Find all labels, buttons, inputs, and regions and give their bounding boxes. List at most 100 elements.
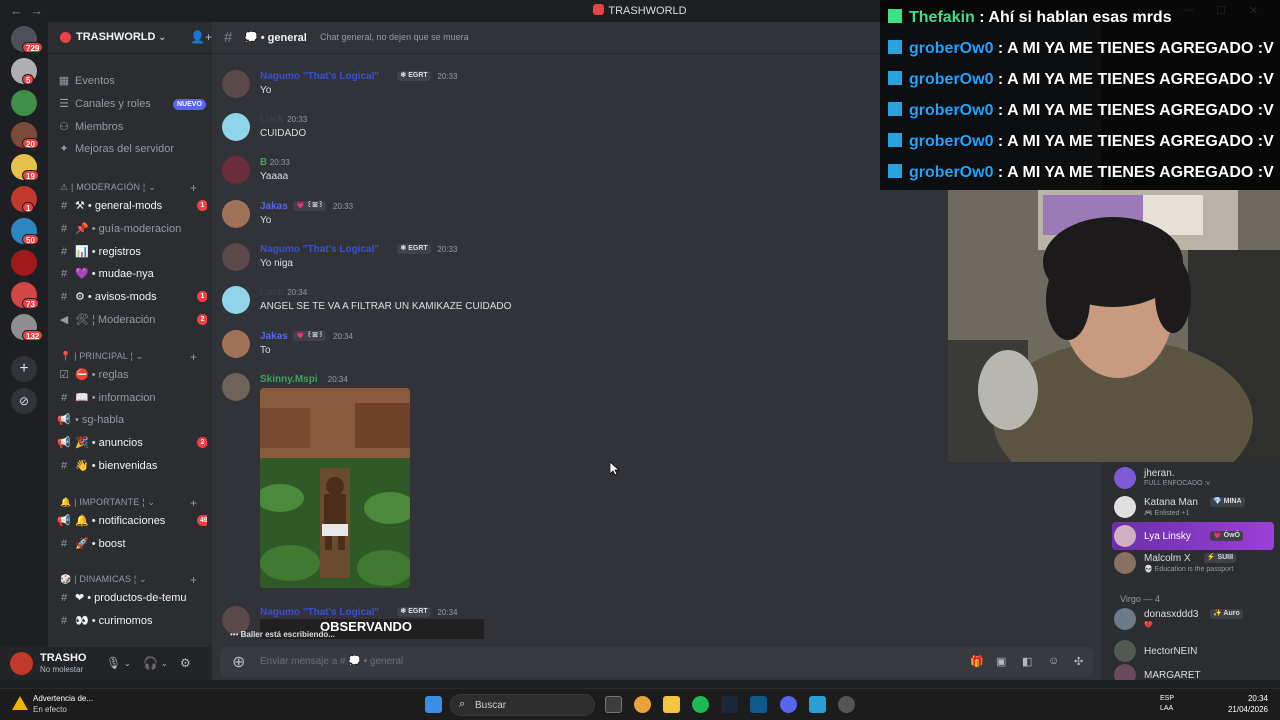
avatar[interactable] (222, 113, 250, 141)
task-view-icon[interactable] (605, 696, 622, 713)
channel-item[interactable]: # 👀 • curimomos (57, 611, 207, 631)
avatar[interactable] (222, 156, 250, 184)
add-attachment-icon[interactable]: ⊕ (232, 652, 245, 672)
member-name[interactable]: Lya Linsky (1144, 531, 1191, 542)
microphone-icon[interactable]: 🎙 (106, 656, 121, 670)
channel-category[interactable]: 🎲 | DINAMICAS ¦ ⌄ + (60, 573, 205, 588)
message-timestamp[interactable]: 20:34 (437, 608, 457, 617)
role-tag[interactable]: 💗 ꒰ꕤ꒱ (293, 331, 327, 341)
channel-item[interactable]: # 📊 • registros (57, 242, 207, 262)
steam-icon[interactable] (721, 696, 738, 713)
channel-item[interactable]: ◀ 🛠 ¦ Moderación 2 (57, 310, 207, 330)
member-name[interactable]: Malcolm X (1144, 553, 1191, 564)
user-name[interactable]: TRASHO (40, 652, 86, 664)
role-tag[interactable]: ❄ EGRT (397, 607, 431, 617)
channel-item[interactable]: # 💜 • mudae-nya (57, 264, 207, 284)
member-name[interactable]: jheran. (1144, 468, 1175, 479)
sidebar-item[interactable]: ⚇ Miembros (57, 117, 207, 137)
channel-item[interactable]: # ⚒ • general-mods 1 (57, 196, 207, 216)
avatar[interactable] (222, 373, 250, 401)
member-name[interactable]: donasxddd3 (1144, 609, 1199, 620)
message-author[interactable]: Jakas (260, 331, 288, 342)
avatar[interactable] (1114, 608, 1136, 630)
sidebar-item[interactable]: ☰ Canales y roles NUEVO (57, 94, 207, 114)
clock-time[interactable]: 20:34 (1222, 694, 1268, 703)
language-indicator[interactable]: ESP (1160, 695, 1174, 702)
message-author[interactable]: Nagumo "That's Logical" (260, 71, 379, 82)
taskbar-search[interactable]: ⌕ Buscar (450, 694, 595, 716)
message-timestamp[interactable]: 20:33 (270, 158, 290, 167)
message-timestamp[interactable]: 20:34 (328, 375, 348, 384)
gif-icon[interactable]: ▣ (996, 655, 1006, 668)
avatar[interactable] (222, 70, 250, 98)
emoji-icon[interactable]: ☺ (1048, 655, 1059, 667)
message-author[interactable]: Luck (260, 287, 283, 298)
avatar[interactable] (222, 330, 250, 358)
message-author[interactable]: B (260, 157, 267, 168)
avatar[interactable] (1114, 552, 1136, 574)
discord-icon[interactable] (780, 696, 797, 713)
channel-item[interactable]: # 👋 • bienvenidas (57, 456, 207, 476)
avatar[interactable] (1114, 664, 1136, 680)
channel-item[interactable]: ☑ ⛔ • reglas (57, 365, 207, 385)
avatar[interactable] (1114, 640, 1136, 662)
message-author[interactable]: Skinny.Mspi (260, 374, 318, 385)
server-icon[interactable] (11, 250, 37, 276)
headphones-icon[interactable]: 🎧 (143, 656, 158, 670)
channel-topic[interactable]: Chat general, no dejen que se muera (320, 32, 469, 42)
avatar[interactable] (222, 200, 250, 228)
weather-warning-title[interactable]: Advertencia de... (33, 694, 93, 703)
channel-item[interactable]: # 🚀 • boost (57, 534, 207, 554)
apps-icon[interactable]: ✣ (1074, 655, 1083, 668)
obs-icon[interactable] (838, 696, 855, 713)
server-header[interactable]: TRASHWORLD ⌄ 👤+ (48, 22, 212, 54)
gift-icon[interactable]: 🎁 (970, 655, 984, 668)
message-author[interactable]: Nagumo "That's Logical" (260, 244, 379, 255)
avatar[interactable] (222, 243, 250, 271)
channel-item[interactable]: # ❤ • productos-de-temu (57, 588, 207, 608)
add-channel-icon[interactable]: + (190, 181, 197, 195)
message-timestamp[interactable]: 20:33 (287, 115, 307, 124)
warning-icon[interactable] (12, 696, 28, 710)
add-server-button[interactable]: + (11, 356, 37, 382)
channel-item[interactable]: # 📌 • guía-moderacion (57, 219, 207, 239)
discover-icon[interactable]: ⊘ (11, 388, 37, 414)
message-timestamp[interactable]: 20:34 (333, 332, 353, 341)
sticker-icon[interactable]: ◧ (1022, 655, 1032, 668)
message-composer[interactable]: ⊕ Enviar mensaje a # 💭 • general 🎁 ▣ ◧ ☺… (220, 647, 1094, 677)
channel-item[interactable]: # ⚙ • avisos-mods 1 (57, 287, 207, 307)
notepad-icon[interactable] (809, 696, 826, 713)
chevron-down-icon[interactable]: ⌄ (124, 659, 131, 668)
server-icon[interactable] (11, 90, 37, 116)
role-tag[interactable]: 💗 ꒰ꕤ꒱ (293, 201, 327, 211)
sidebar-item[interactable]: ✦ Mejoras del servidor (57, 139, 207, 159)
message-timestamp[interactable]: 20:33 (437, 72, 457, 81)
avatar[interactable] (10, 652, 33, 675)
add-user-icon[interactable]: 👤+ (190, 30, 212, 44)
avatar[interactable] (1114, 525, 1136, 547)
message-attachment-image[interactable] (260, 388, 410, 588)
channel-category[interactable]: 📍 | PRINCIPAL ¦ ⌄ + (60, 350, 205, 365)
channel-category[interactable]: 🔔 | IMPORTANTE ¦ ⌄ + (60, 496, 205, 511)
message-timestamp[interactable]: 20:33 (437, 245, 457, 254)
app-icon[interactable] (750, 696, 767, 713)
message-input[interactable]: Enviar mensaje a # 💭 • general (260, 656, 403, 667)
avatar[interactable] (1114, 496, 1136, 518)
member-name[interactable]: MARGARET (1144, 670, 1201, 680)
chevron-down-icon[interactable]: ⌄ (161, 659, 168, 668)
member-name[interactable]: HectorNEIN (1144, 646, 1197, 657)
message-author[interactable]: Jakas (260, 201, 288, 212)
message-author[interactable]: Luck (260, 114, 283, 125)
role-tag[interactable]: ❄ EGRT (397, 71, 431, 81)
message-timestamp[interactable]: 20:33 (333, 202, 353, 211)
add-channel-icon[interactable]: + (190, 573, 197, 587)
add-channel-icon[interactable]: + (190, 496, 197, 510)
channel-item[interactable]: # 📖 • informacion (57, 388, 207, 408)
avatar[interactable] (222, 286, 250, 314)
add-channel-icon[interactable]: + (190, 350, 197, 364)
file-explorer-icon[interactable] (663, 696, 680, 713)
windows-start-icon[interactable] (425, 696, 442, 713)
message-author[interactable]: Nagumo "That's Logical" (260, 607, 379, 618)
gear-icon[interactable]: ⚙ (180, 656, 191, 670)
channel-category[interactable]: ⚠ | MODERACIÓN ¦ ⌄ + (60, 181, 205, 196)
